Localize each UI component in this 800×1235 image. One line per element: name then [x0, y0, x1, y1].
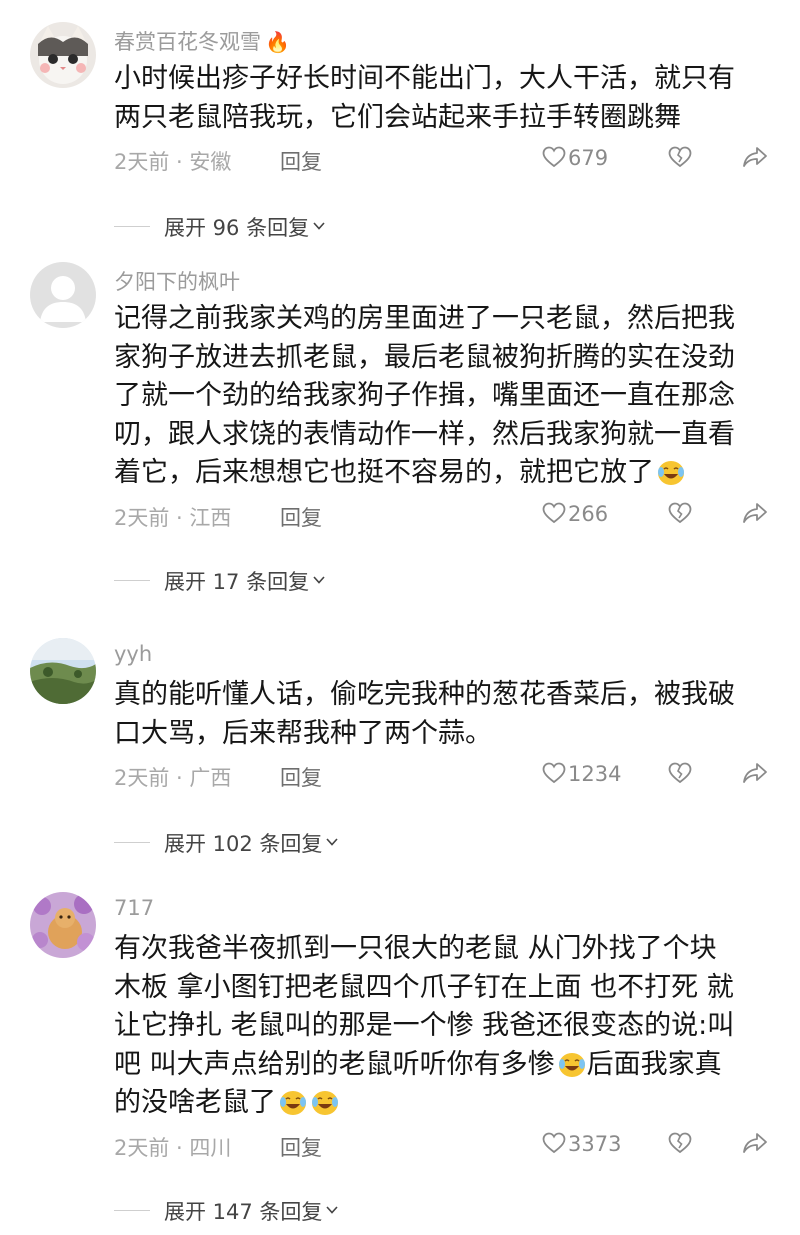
avatar[interactable] — [30, 22, 96, 88]
expand-replies[interactable]: 展开 96 条回复 — [114, 212, 514, 242]
dislike-button[interactable] — [668, 1132, 692, 1158]
comment-text: 记得之前我家关鸡的房里面进了一只老鼠，然后把我 家狗子放进去抓老鼠，最后老鼠被狗… — [114, 300, 774, 493]
like-count: 679 — [568, 146, 609, 170]
comment-meta: 2天前 · 广西 回复 1234 — [114, 762, 774, 792]
comment-line: 真的能听懂人话，偷吃完我种的葱花香菜后，被我破 — [114, 679, 735, 710]
comment-text: 真的能听懂人话，偷吃完我种的葱花香菜后，被我破 口大骂，后来帮我种了两个蒜。 — [114, 676, 774, 753]
comment-line: 叨，跟人求饶的表情动作一样，然后我家狗就一直看 — [114, 418, 735, 450]
laugh-cry-emoji-icon — [658, 461, 684, 485]
chevron-down-icon — [326, 838, 339, 846]
username-text[interactable]: 夕阳下的枫叶 — [114, 270, 240, 294]
share-button[interactable] — [742, 1132, 768, 1158]
like-button[interactable]: 1234 — [542, 762, 621, 786]
share-button[interactable] — [742, 762, 768, 788]
like-button[interactable]: 3373 — [542, 1132, 621, 1156]
heart-outline-icon — [542, 146, 566, 168]
username[interactable]: 夕阳下的枫叶 — [114, 266, 240, 296]
share-arrow-icon — [743, 763, 767, 783]
fire-icon: 🔥 — [265, 30, 290, 54]
heart-outline-icon — [542, 762, 566, 784]
comment-line: 记得之前我家关鸡的房里面进了一只老鼠，然后把我 — [114, 303, 735, 334]
chevron-down-icon — [326, 1206, 339, 1214]
expand-replies-label: 展开 147 条回复 — [164, 1200, 323, 1224]
avatar[interactable] — [30, 892, 96, 958]
expand-replies-button[interactable]: 展开 147 条回复 — [164, 1196, 339, 1226]
expand-replies-button[interactable]: 展开 96 条回复 — [164, 212, 325, 242]
time-location: 2天前 · 四川 — [114, 1136, 232, 1160]
share-arrow-icon — [743, 1133, 767, 1153]
comment-text: 小时候出疹子好长时间不能出门，大人干活，就只有 两只老鼠陪我玩，它们会站起来手拉… — [114, 60, 774, 137]
chevron-down-icon — [313, 576, 325, 584]
comment-line: 让它挣扎 老鼠叫的那是一个惨 我爸还很变态的说:叫 — [114, 1010, 735, 1041]
comment-line: 小时候出疹子好长时间不能出门，大人干活，就只有 — [114, 63, 735, 94]
expand-replies-button[interactable]: 展开 102 条回复 — [164, 828, 339, 858]
dislike-button[interactable] — [668, 146, 692, 172]
reply-button[interactable]: 回复 — [280, 146, 322, 176]
comment-meta: 2天前 · 江西 回复 266 — [114, 502, 774, 532]
divider — [114, 842, 150, 843]
like-count: 266 — [568, 502, 609, 526]
reply-button[interactable]: 回复 — [280, 762, 322, 792]
time-location: 2天前 · 广西 — [114, 766, 232, 790]
expand-replies-label: 展开 102 条回复 — [164, 832, 323, 856]
comment-line-with-emoji: 的没啥老鼠了 — [114, 1084, 774, 1123]
comment-line: 的没啥老鼠了 — [114, 1087, 276, 1118]
expand-replies[interactable]: 展开 147 条回复 — [114, 1196, 514, 1226]
username-text[interactable]: yyh — [114, 642, 152, 666]
comment-line: 有次我爸半夜抓到一只很大的老鼠 从门外找了个块 — [114, 933, 717, 964]
heart-outline-icon — [542, 1132, 566, 1154]
username-text[interactable]: 717 — [114, 896, 154, 920]
like-count: 1234 — [568, 762, 622, 786]
divider — [114, 1210, 150, 1211]
username[interactable]: 春赏百花冬观雪 🔥 — [114, 26, 290, 56]
comment-line: 口大骂，后来帮我种了两个蒜。 — [114, 717, 492, 749]
avatar[interactable] — [30, 638, 96, 704]
like-button[interactable]: 679 — [542, 146, 608, 170]
expand-replies-label: 展开 17 条回复 — [164, 570, 310, 594]
username-text[interactable]: 春赏百花冬观雪 — [114, 30, 261, 54]
comment-line-with-emoji: 吧 叫大声点给别的老鼠听听你有多惨 后面我家真 — [114, 1046, 774, 1085]
broken-heart-icon — [668, 146, 692, 168]
dislike-button[interactable] — [668, 762, 692, 788]
comment-line: 木板 拿小图钉把老鼠四个爪子钉在上面 也不打死 就 — [114, 971, 734, 1003]
comment-meta: 2天前 · 安徽 回复 679 — [114, 146, 774, 176]
chevron-down-icon — [313, 222, 325, 230]
reply-button[interactable]: 回复 — [280, 502, 322, 532]
dislike-button[interactable] — [668, 502, 692, 528]
share-button[interactable] — [742, 146, 768, 172]
time-location: 2天前 · 江西 — [114, 506, 232, 530]
comment-line: 家狗子放进去抓老鼠，最后老鼠被狗折腾的实在没劲 — [114, 341, 735, 373]
share-arrow-icon — [743, 503, 767, 523]
heart-outline-icon — [542, 502, 566, 524]
avatar[interactable] — [30, 262, 96, 328]
divider — [114, 580, 150, 581]
share-arrow-icon — [743, 147, 767, 167]
comment-line: 吧 叫大声点给别的老鼠听听你有多惨 — [114, 1048, 555, 1080]
share-button[interactable] — [742, 502, 768, 528]
username[interactable]: 717 — [114, 896, 154, 920]
expand-replies[interactable]: 展开 102 条回复 — [114, 828, 514, 858]
comment-line: 两只老鼠陪我玩，它们会站起来手拉手转圈跳舞 — [114, 101, 681, 133]
broken-heart-icon — [668, 1132, 692, 1154]
laugh-cry-emoji-icon — [312, 1091, 338, 1115]
time-location: 2天前 · 安徽 — [114, 150, 232, 174]
comment-line: 了就一个劲的给我家狗子作揖，嘴里面还一直在那念 — [114, 380, 735, 411]
reply-button[interactable]: 回复 — [280, 1132, 322, 1162]
divider — [114, 226, 150, 227]
comment-line-with-emoji: 着它，后来想想它也挺不容易的，就把它放了 — [114, 454, 774, 493]
broken-heart-icon — [668, 762, 692, 784]
username[interactable]: yyh — [114, 642, 152, 666]
like-count: 3373 — [568, 1132, 622, 1156]
comment-line-tail: 后面我家真 — [586, 1048, 722, 1080]
broken-heart-icon — [668, 502, 692, 524]
laugh-cry-emoji-icon — [558, 1052, 585, 1077]
comment-text: 有次我爸半夜抓到一只很大的老鼠 从门外找了个块 木板 拿小图钉把老鼠四个爪子钉在… — [114, 930, 774, 1123]
expand-replies-label: 展开 96 条回复 — [164, 216, 310, 240]
laugh-cry-emoji-icon — [280, 1091, 306, 1115]
comment-meta: 2天前 · 四川 回复 3373 — [114, 1132, 774, 1162]
like-button[interactable]: 266 — [542, 502, 608, 526]
expand-replies-button[interactable]: 展开 17 条回复 — [164, 566, 325, 596]
expand-replies[interactable]: 展开 17 条回复 — [114, 566, 514, 596]
comment-line: 着它，后来想想它也挺不容易的，就把它放了 — [114, 457, 654, 488]
